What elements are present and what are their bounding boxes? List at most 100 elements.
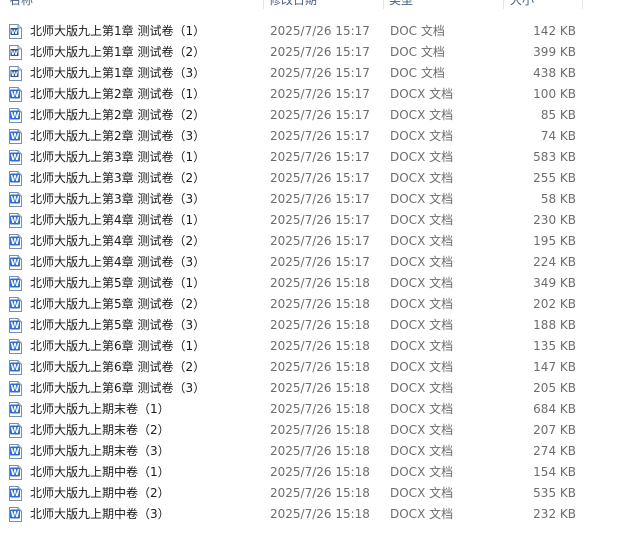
svg-text:W: W: [11, 132, 20, 141]
svg-text:W: W: [11, 321, 20, 330]
file-row[interactable]: W 北师大版九上第5章 测试卷（2） 2025/7/26 15:18 DOCX 文档 2…: [0, 294, 640, 315]
file-size: 188 KB: [533, 318, 576, 332]
file-type: DOCX 文档: [390, 339, 454, 353]
file-size: 154 KB: [533, 465, 576, 479]
file-size: 438 KB: [533, 66, 576, 80]
file-row[interactable]: W 北师大版九上期末卷（1） 2025/7/26 15:18 DOCX 文档 684 K…: [0, 399, 640, 420]
file-name: 北师大版九上期末卷（1）: [30, 402, 170, 416]
file-modified-date: 2025/7/26 15:17: [270, 192, 370, 206]
file-modified-date: 2025/7/26 15:18: [270, 381, 370, 395]
file-row[interactable]: W 北师大版九上第6章 测试卷（3） 2025/7/26 15:18 DOCX 文档 2…: [0, 378, 640, 399]
file-name: 北师大版九上第5章 测试卷（2）: [30, 297, 206, 311]
file-list: W 北师大版九上第1章 测试卷（1） 2025/7/26 15:17 DOC 文档 14…: [0, 21, 640, 525]
file-row[interactable]: W 北师大版九上期末卷（2） 2025/7/26 15:18 DOCX 文档 207 K…: [0, 420, 640, 441]
file-size: 583 KB: [533, 150, 576, 164]
file-row[interactable]: W 北师大版九上第1章 测试卷（3） 2025/7/26 15:17 DOC 文档 43…: [0, 63, 640, 84]
file-size: 135 KB: [533, 339, 576, 353]
file-row[interactable]: W 北师大版九上期中卷（1） 2025/7/26 15:18 DOCX 文档 154 K…: [0, 462, 640, 483]
svg-text:W: W: [11, 153, 20, 162]
file-row[interactable]: W 北师大版九上第4章 测试卷（2） 2025/7/26 15:17 DOCX 文档 1…: [0, 231, 640, 252]
docx-file-icon: W: [9, 402, 22, 417]
file-modified-date: 2025/7/26 15:17: [270, 129, 370, 143]
file-row[interactable]: W 北师大版九上第3章 测试卷（3） 2025/7/26 15:17 DOCX 文档 5…: [0, 189, 640, 210]
file-modified-date: 2025/7/26 15:18: [270, 507, 370, 521]
file-name: 北师大版九上第6章 测试卷（1）: [30, 339, 206, 353]
file-row[interactable]: W 北师大版九上第5章 测试卷（1） 2025/7/26 15:18 DOCX 文档 3…: [0, 273, 640, 294]
file-row[interactable]: W 北师大版九上第5章 测试卷（3） 2025/7/26 15:18 DOCX 文档 1…: [0, 315, 640, 336]
file-name: 北师大版九上第3章 测试卷（2）: [30, 171, 206, 185]
svg-text:W: W: [11, 468, 20, 477]
column-divider[interactable]: [263, 0, 264, 9]
file-size: 399 KB: [533, 45, 576, 59]
file-name: 北师大版九上期末卷（3）: [30, 444, 170, 458]
file-row[interactable]: W 北师大版九上第1章 测试卷（2） 2025/7/26 15:17 DOC 文档 39…: [0, 42, 640, 63]
docx-file-icon: W: [9, 486, 22, 501]
file-modified-date: 2025/7/26 15:18: [270, 339, 370, 353]
file-row[interactable]: W 北师大版九上第3章 测试卷（1） 2025/7/26 15:17 DOCX 文档 5…: [0, 147, 640, 168]
file-row[interactable]: W 北师大版九上第1章 测试卷（1） 2025/7/26 15:17 DOC 文档 14…: [0, 21, 640, 42]
file-type: DOCX 文档: [390, 423, 454, 437]
svg-text:W: W: [11, 70, 18, 78]
file-name: 北师大版九上第5章 测试卷（1）: [30, 276, 206, 290]
file-name: 北师大版九上第3章 测试卷（3）: [30, 192, 206, 206]
file-size: 207 KB: [533, 423, 576, 437]
svg-text:W: W: [11, 363, 20, 372]
file-row[interactable]: W 北师大版九上第6章 测试卷（2） 2025/7/26 15:18 DOCX 文档 1…: [0, 357, 640, 378]
file-size: 202 KB: [533, 297, 576, 311]
file-name: 北师大版九上第4章 测试卷（2）: [30, 234, 206, 248]
file-modified-date: 2025/7/26 15:18: [270, 360, 370, 374]
docx-file-icon: W: [9, 171, 22, 186]
file-modified-date: 2025/7/26 15:17: [270, 213, 370, 227]
file-row[interactable]: W 北师大版九上第6章 测试卷（1） 2025/7/26 15:18 DOCX 文档 1…: [0, 336, 640, 357]
file-row[interactable]: W 北师大版九上第2章 测试卷（1） 2025/7/26 15:17 DOCX 文档 1…: [0, 84, 640, 105]
docx-file-icon: W: [9, 360, 22, 375]
column-divider[interactable]: [582, 0, 583, 9]
file-type: DOCX 文档: [390, 255, 454, 269]
doc-file-icon: W: [9, 45, 22, 60]
file-row[interactable]: W 北师大版九上第4章 测试卷（1） 2025/7/26 15:17 DOCX 文档 2…: [0, 210, 640, 231]
file-modified-date: 2025/7/26 15:18: [270, 276, 370, 290]
file-row[interactable]: W 北师大版九上期中卷（3） 2025/7/26 15:18 DOCX 文档 232 K…: [0, 504, 640, 525]
docx-file-icon: W: [9, 255, 22, 270]
file-type: DOCX 文档: [390, 297, 454, 311]
file-row[interactable]: W 北师大版九上期中卷（2） 2025/7/26 15:18 DOCX 文档 535 K…: [0, 483, 640, 504]
file-row[interactable]: W 北师大版九上期末卷（3） 2025/7/26 15:18 DOCX 文档 274 K…: [0, 441, 640, 462]
column-header-size[interactable]: 大小: [510, 0, 534, 9]
column-header-type[interactable]: 类型: [389, 0, 413, 9]
doc-file-icon: W: [9, 66, 22, 81]
column-divider[interactable]: [383, 0, 384, 9]
file-size: 349 KB: [533, 276, 576, 290]
file-type: DOCX 文档: [390, 150, 454, 164]
docx-file-icon: W: [9, 276, 22, 291]
docx-file-icon: W: [9, 297, 22, 312]
file-name: 北师大版九上第2章 测试卷（1）: [30, 87, 206, 101]
column-header-date[interactable]: 修改日期: [269, 0, 317, 9]
file-row[interactable]: W 北师大版九上第2章 测试卷（3） 2025/7/26 15:17 DOCX 文档 7…: [0, 126, 640, 147]
svg-text:W: W: [11, 405, 20, 414]
file-type: DOCX 文档: [390, 276, 454, 290]
file-type: DOCX 文档: [390, 213, 454, 227]
file-row[interactable]: W 北师大版九上第2章 测试卷（2） 2025/7/26 15:17 DOCX 文档 8…: [0, 105, 640, 126]
file-type: DOCX 文档: [390, 129, 454, 143]
docx-file-icon: W: [9, 129, 22, 144]
column-divider[interactable]: [503, 0, 504, 9]
docx-file-icon: W: [9, 423, 22, 438]
column-header-name[interactable]: 名称: [9, 0, 33, 9]
docx-file-icon: W: [9, 108, 22, 123]
svg-text:W: W: [11, 90, 20, 99]
svg-text:W: W: [11, 510, 20, 519]
file-row[interactable]: W 北师大版九上第4章 测试卷（3） 2025/7/26 15:17 DOCX 文档 2…: [0, 252, 640, 273]
file-size: 205 KB: [533, 381, 576, 395]
file-modified-date: 2025/7/26 15:17: [270, 234, 370, 248]
svg-text:W: W: [11, 28, 18, 36]
svg-text:W: W: [11, 489, 20, 498]
file-size: 255 KB: [533, 171, 576, 185]
docx-file-icon: W: [9, 87, 22, 102]
file-row[interactable]: W 北师大版九上第3章 测试卷（2） 2025/7/26 15:17 DOCX 文档 2…: [0, 168, 640, 189]
file-type: DOCX 文档: [390, 507, 454, 521]
file-type: DOCX 文档: [390, 192, 454, 206]
file-type: DOCX 文档: [390, 444, 454, 458]
file-size: 230 KB: [533, 213, 576, 227]
file-size: 147 KB: [533, 360, 576, 374]
file-name: 北师大版九上第4章 测试卷（1）: [30, 213, 206, 227]
